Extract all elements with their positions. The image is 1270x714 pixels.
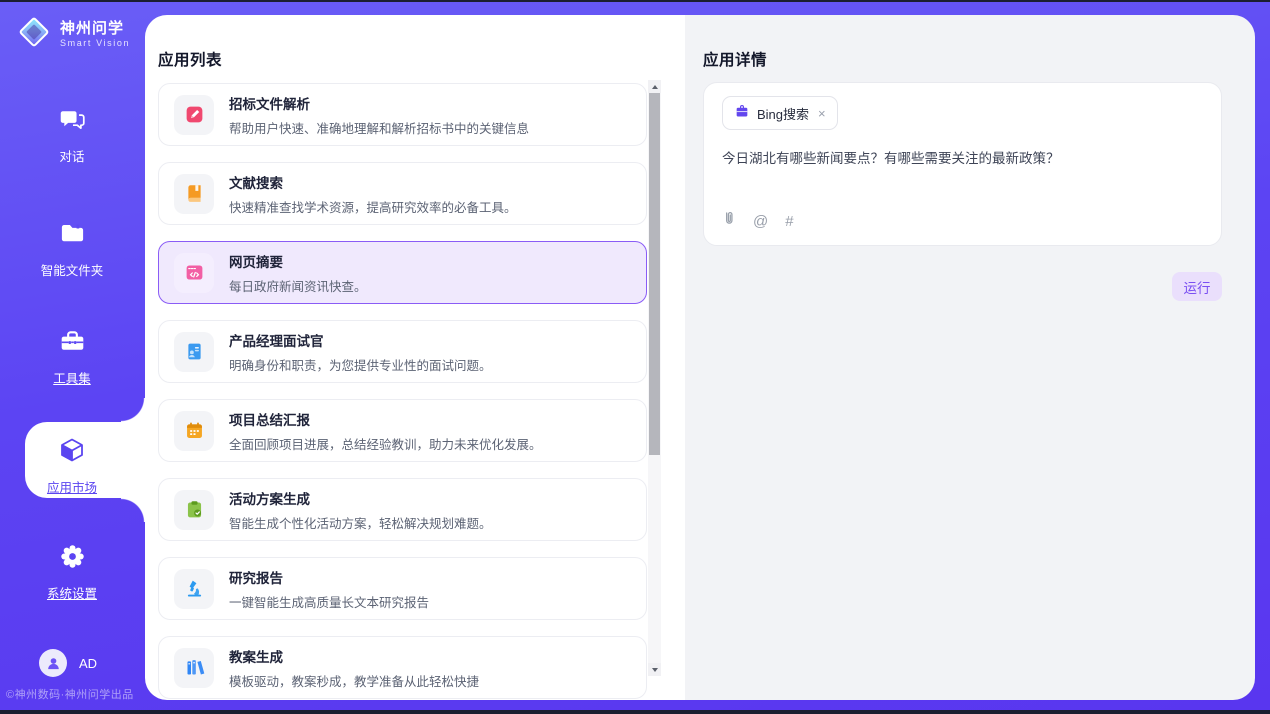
scroll-down-arrow[interactable] — [648, 663, 661, 676]
app-card-description: 模板驱动，教案秒成，教学准备从此轻松快捷 — [229, 671, 479, 690]
app-card-description: 帮助用户快速、准确地理解和解析招标书中的关键信息 — [229, 118, 529, 137]
clipboard-check-icon — [174, 490, 214, 530]
sidebar-item-settings[interactable]: 系统设置 — [2, 543, 142, 602]
webpage-code-icon — [174, 253, 214, 293]
sidebar: 神州问学 Smart Vision 对话 智能文件夹 — [0, 2, 145, 710]
run-button[interactable]: 运行 — [1172, 272, 1222, 301]
tag-close-icon[interactable]: × — [818, 106, 826, 121]
app-card-web-summary[interactable]: 网页摘要 每日政府新闻资讯快查。 — [158, 241, 647, 304]
app-card-event-plan[interactable]: 活动方案生成 智能生成个性化活动方案，轻松解决规划难题。 — [158, 478, 647, 541]
sidebar-item-label: 系统设置 — [47, 583, 97, 602]
paperclip-icon[interactable] — [722, 210, 736, 232]
hash-icon[interactable]: # — [785, 214, 793, 229]
scroll-thumb[interactable] — [649, 93, 660, 455]
app-card-description: 每日政府新闻资讯快查。 — [229, 276, 367, 295]
resume-icon — [174, 332, 214, 372]
app-list-panel: 应用列表 招标文件解析 帮助用户快速、准确地理解和解析招标书中的关键信息 — [145, 15, 685, 700]
app-card-list: 招标文件解析 帮助用户快速、准确地理解和解析招标书中的关键信息 文献搜索 快速精… — [158, 83, 647, 700]
app-card-title: 文献搜索 — [229, 172, 517, 192]
app-card-lesson-plan[interactable]: 教案生成 模板驱动，教案秒成，教学准备从此轻松快捷 — [158, 636, 647, 699]
brand-logo: 神州问学 Smart Vision — [16, 14, 130, 55]
folder-icon — [59, 220, 86, 252]
app-card-pm-interviewer[interactable]: 产品经理面试官 明确身份和职责，为您提供专业性的面试问题。 — [158, 320, 647, 383]
app-card-title: 产品经理面试官 — [229, 330, 492, 350]
chat-icon — [59, 106, 86, 138]
app-card-title: 活动方案生成 — [229, 488, 492, 508]
app-card-literature-search[interactable]: 文献搜索 快速精准查找学术资源，提高研究效率的必备工具。 — [158, 162, 647, 225]
app-card-description: 一键智能生成高质量长文本研究报告 — [229, 592, 429, 611]
notch-fillet-top — [121, 398, 145, 422]
content-area: 应用列表 招标文件解析 帮助用户快速、准确地理解和解析招标书中的关键信息 — [145, 15, 1255, 700]
app-card-description: 智能生成个性化活动方案，轻松解决规划难题。 — [229, 513, 492, 532]
app-card-title: 招标文件解析 — [229, 93, 529, 113]
calendar-icon — [174, 411, 214, 451]
tool-tag-bing-search[interactable]: Bing搜索 × — [722, 96, 838, 130]
prompt-composer: Bing搜索 × 今日湖北有哪些新闻要点？有哪些需要关注的最新政策？ @ # — [703, 82, 1222, 246]
sidebar-item-app-market[interactable]: 应用市场 — [2, 436, 142, 496]
gear-icon — [59, 543, 86, 575]
app-card-research-report[interactable]: 研究报告 一键智能生成高质量长文本研究报告 — [158, 557, 647, 620]
brand-diamond-icon — [16, 14, 52, 55]
sidebar-item-label: 智能文件夹 — [41, 260, 104, 279]
app-card-title: 教案生成 — [229, 646, 479, 666]
sidebar-item-label: 工具集 — [53, 368, 91, 387]
app-list-title: 应用列表 — [158, 48, 222, 70]
sidebar-item-toolset[interactable]: 工具集 — [2, 328, 142, 387]
at-sign-icon[interactable]: @ — [753, 214, 768, 229]
notch-fillet-bottom — [121, 498, 145, 522]
user-initials: AD — [79, 656, 97, 671]
briefcase-icon — [734, 103, 750, 124]
tool-tag-label: Bing搜索 — [757, 104, 809, 123]
app-card-description: 快速精准查找学术资源，提高研究效率的必备工具。 — [229, 197, 517, 216]
sidebar-item-chat[interactable]: 对话 — [2, 106, 142, 165]
brand-name: 神州问学 — [60, 21, 130, 36]
sidebar-item-smart-folders[interactable]: 智能文件夹 — [2, 220, 142, 279]
app-card-description: 明确身份和职责，为您提供专业性的面试问题。 — [229, 355, 492, 374]
books-icon — [174, 648, 214, 688]
sidebar-item-label: 对话 — [59, 146, 84, 165]
copyright-text: ©神州数码·神州问学出品 — [6, 686, 134, 702]
app-card-title: 项目总结汇报 — [229, 409, 542, 429]
avatar — [39, 649, 67, 677]
app-card-description: 全面回顾项目进展，总结经验教训，助力未来优化发展。 — [229, 434, 542, 453]
composer-toolbar: @ # — [722, 210, 794, 232]
document-edit-icon — [174, 95, 214, 135]
sidebar-item-label: 应用市场 — [47, 477, 97, 496]
user-account[interactable]: AD — [39, 649, 97, 677]
app-card-title: 研究报告 — [229, 567, 429, 587]
app-card-bid-analysis[interactable]: 招标文件解析 帮助用户快速、准确地理解和解析招标书中的关键信息 — [158, 83, 647, 146]
microscope-icon — [174, 569, 214, 609]
app-card-project-summary[interactable]: 项目总结汇报 全面回顾项目进展，总结经验教训，助力未来优化发展。 — [158, 399, 647, 462]
cube-icon — [58, 436, 86, 469]
book-icon — [174, 174, 214, 214]
app-detail-title: 应用详情 — [703, 48, 767, 70]
toolbox-icon — [59, 328, 86, 360]
list-scrollbar[interactable] — [648, 80, 661, 676]
app-card-title: 网页摘要 — [229, 251, 367, 271]
brand-tagline: Smart Vision — [60, 39, 130, 48]
scroll-up-arrow[interactable] — [648, 80, 661, 93]
query-input[interactable]: 今日湖北有哪些新闻要点？有哪些需要关注的最新政策？ — [722, 149, 1203, 169]
app-detail-panel: 应用详情 Bing搜索 × 今日湖北有哪些新闻要点？有哪些需要关注的最新政策？ — [685, 15, 1255, 700]
